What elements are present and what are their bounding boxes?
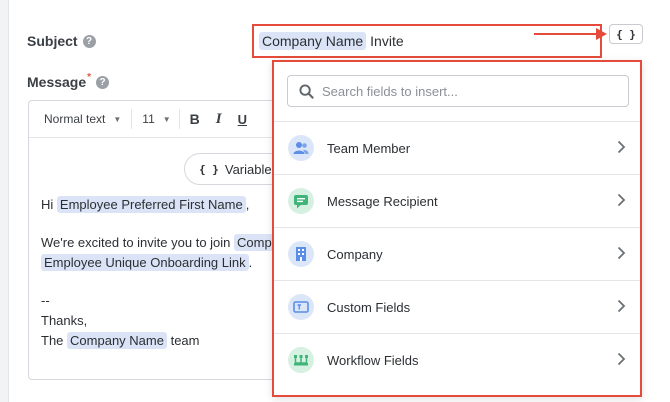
chevron-right-icon: [617, 246, 626, 263]
category-label: Message Recipient: [327, 193, 438, 209]
help-icon[interactable]: ?: [82, 34, 96, 48]
braces-icon: { }: [199, 162, 219, 176]
body-line-invite: We're excited to invite you to join Comp…: [41, 233, 282, 253]
body-line-thanks: Thanks,: [41, 313, 88, 328]
search-icon: [292, 83, 320, 99]
workflow-icon: [288, 347, 314, 373]
message-label-text: Message: [27, 74, 87, 90]
annotation-arrow-line: [534, 33, 598, 35]
subject-company-name-token[interactable]: Company Name: [259, 32, 367, 50]
text-style-select[interactable]: Normal text ▼: [29, 112, 131, 126]
field-category-list: Team Member Message Recipient Company Cu…: [274, 121, 640, 386]
invite-text: We're excited to invite you to join: [41, 235, 231, 250]
category-label: Team Member: [327, 140, 411, 156]
body-line-link: Employee Unique Onboarding Link.: [41, 253, 282, 273]
font-size-value: 11: [142, 112, 155, 126]
chevron-right-icon: [617, 299, 626, 316]
italic-button[interactable]: I: [216, 111, 222, 128]
required-mark: *: [87, 71, 92, 83]
period-text: .: [248, 255, 253, 270]
text-style-value: Normal text: [44, 112, 106, 126]
category-workflow-fields[interactable]: Workflow Fields: [274, 333, 640, 386]
category-company[interactable]: Company: [274, 227, 640, 280]
subject-label-text: Subject: [27, 33, 78, 49]
signoff-prefix: The: [41, 333, 64, 348]
body-line-signoff: The Company Name team: [41, 331, 282, 351]
category-custom-fields[interactable]: Custom Fields: [274, 280, 640, 333]
insert-variable-button[interactable]: { }: [609, 24, 643, 44]
subject-label: Subject ?: [27, 33, 96, 49]
help-icon[interactable]: ?: [96, 75, 110, 89]
custom-field-icon: [288, 294, 314, 320]
category-message-recipient[interactable]: Message Recipient: [274, 174, 640, 227]
signoff-suffix: team: [170, 333, 200, 348]
onboarding-link-token[interactable]: Employee Unique Onboarding Link: [41, 254, 249, 271]
annotation-arrow-head: [596, 28, 607, 40]
body-line-greeting: Hi Employee Preferred First Name,: [41, 195, 282, 215]
category-team-member[interactable]: Team Member: [274, 121, 640, 174]
bold-button[interactable]: B: [190, 111, 200, 127]
field-search-box[interactable]: [287, 75, 629, 107]
team-member-icon: [288, 135, 314, 161]
message-icon: [288, 188, 314, 214]
font-size-select[interactable]: 11 ▼: [132, 112, 178, 126]
chevron-right-icon: [617, 140, 626, 157]
insert-field-dropdown: Team Member Message Recipient Company Cu…: [272, 60, 642, 397]
toolbar-divider: [178, 109, 180, 129]
chevron-down-icon: ▼: [162, 114, 171, 124]
body-line-dashes: --: [41, 293, 50, 308]
field-search-input[interactable]: [320, 82, 614, 100]
chevron-right-icon: [617, 352, 626, 369]
chevron-down-icon: ▼: [113, 114, 122, 124]
underline-button[interactable]: U: [238, 112, 247, 127]
variable-chip-label: Variable: [224, 161, 272, 177]
first-name-token[interactable]: Employee Preferred First Name: [56, 196, 246, 213]
category-label: Workflow Fields: [327, 352, 419, 368]
subject-input[interactable]: Company Name Invite: [252, 24, 602, 58]
chevron-right-icon: [617, 193, 626, 210]
comma-text: ,: [245, 197, 250, 212]
subject-text: Invite: [370, 33, 404, 49]
message-body[interactable]: Hi Employee Preferred First Name, We're …: [41, 195, 282, 351]
company-name-token[interactable]: Company Name: [67, 332, 167, 349]
greeting-text: Hi: [41, 197, 54, 212]
category-label: Custom Fields: [327, 299, 411, 315]
building-icon: [288, 241, 314, 267]
message-label: Message * ?: [27, 71, 110, 90]
category-label: Company: [327, 246, 383, 262]
